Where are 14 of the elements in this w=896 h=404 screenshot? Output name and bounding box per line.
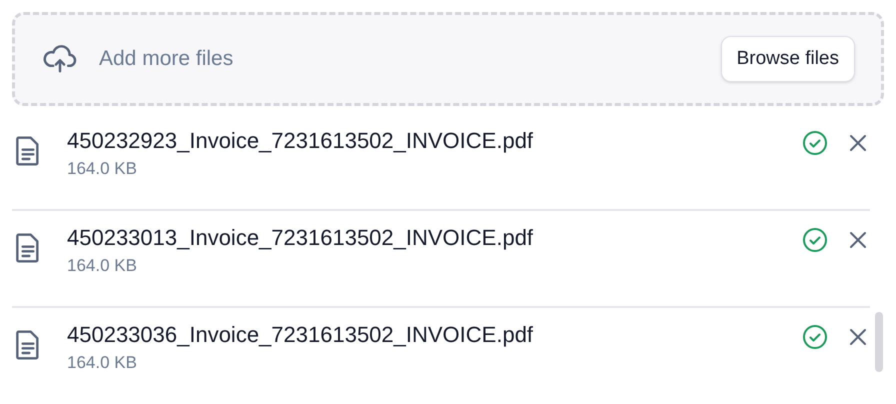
file-size: 164.0 KB: [67, 158, 138, 180]
close-icon: [849, 134, 867, 152]
close-icon: [849, 231, 867, 249]
cloud-upload-icon: [43, 44, 77, 74]
scrollbar-thumb[interactable]: [875, 312, 883, 372]
dropzone-label: Add more files: [99, 46, 234, 72]
file-size: 164.0 KB: [67, 352, 138, 374]
file-size: 164.0 KB: [67, 255, 138, 277]
file-name: 450233036_Invoice_7231613502_INVOICE.pdf: [67, 321, 534, 349]
close-icon: [849, 328, 867, 346]
dropzone[interactable]: Add more files Browse files: [12, 12, 884, 106]
file-name: 450232923_Invoice_7231613502_INVOICE.pdf: [67, 127, 534, 155]
file-name: 450233013_Invoice_7231613502_INVOICE.pdf: [67, 224, 534, 252]
browse-files-button[interactable]: Browse files: [720, 36, 855, 82]
